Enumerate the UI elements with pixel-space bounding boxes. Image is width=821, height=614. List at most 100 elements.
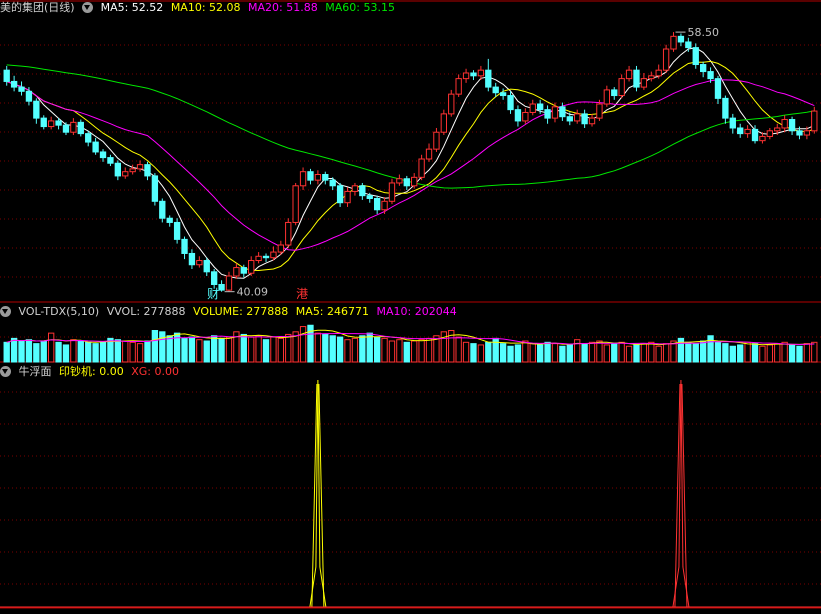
volume-bar [655, 345, 662, 363]
yinchaoji-legend: 印钞机: 0.00 [59, 365, 124, 378]
candle-body [136, 164, 144, 170]
candle-body [522, 111, 529, 122]
dropdown-icon[interactable] [0, 306, 11, 317]
volume-bar [270, 336, 277, 363]
candle-body [544, 109, 551, 119]
volume-bar [47, 332, 55, 363]
candle-body [714, 78, 722, 99]
volume-bar [485, 341, 492, 363]
candle [196, 256, 203, 268]
volume-bar [18, 340, 25, 363]
candlestick-series [3, 32, 818, 292]
candle-body [270, 251, 277, 259]
indicator-spike-edge [674, 383, 681, 608]
candle-body [10, 80, 18, 88]
hk-marker: 港 [296, 287, 308, 301]
candle [811, 106, 818, 134]
volume-bar [737, 344, 744, 363]
dropdown-icon[interactable] [0, 366, 11, 377]
candle [677, 33, 685, 47]
volume-bar [633, 344, 640, 363]
volume-bar [781, 341, 788, 363]
candle [714, 75, 722, 105]
candle [255, 252, 262, 264]
candle-body [574, 113, 581, 122]
candle [648, 71, 655, 82]
candle [144, 161, 151, 181]
dropdown-icon[interactable] [82, 2, 94, 13]
candle [522, 108, 529, 124]
candle [470, 70, 477, 81]
candle-body [225, 275, 233, 291]
candle [40, 115, 47, 130]
volume-bar [381, 337, 388, 363]
volume-bar [455, 336, 462, 363]
candle [544, 105, 551, 124]
volume-bar [699, 340, 707, 363]
candle [285, 218, 292, 248]
candle-body [188, 252, 196, 266]
volume-bars [3, 324, 818, 363]
indicator-panel-header: 牛浮面 印钞机: 0.00 XG: 0.00 [0, 364, 183, 380]
volume-bar [40, 340, 47, 363]
volume-bar [10, 337, 18, 363]
volume-bar [714, 341, 722, 363]
volume-bar [396, 339, 403, 363]
candle [462, 68, 470, 83]
stock-name[interactable]: 美的集团(日线) [0, 1, 75, 14]
volume-bar [166, 335, 173, 363]
candle [499, 88, 507, 100]
volume-legend: VOLUME: 277888 [193, 305, 289, 318]
candle-body [581, 113, 588, 125]
volume-bar [551, 343, 559, 363]
volume-bar [425, 337, 433, 363]
candle-body [329, 179, 336, 187]
candle [788, 116, 796, 136]
volume-bar [596, 340, 603, 363]
candle-body [551, 106, 559, 119]
candle-body [625, 69, 633, 80]
candle [396, 174, 403, 186]
indicator-name[interactable]: 牛浮面 [19, 365, 52, 378]
candle [455, 74, 462, 97]
volume-bar [462, 341, 470, 363]
candle [77, 119, 84, 137]
candle [92, 137, 99, 155]
volume-bar [766, 344, 774, 363]
candle-body [166, 217, 173, 223]
candle [307, 168, 314, 185]
candle-body [62, 124, 70, 133]
candle-body [766, 130, 774, 137]
candle [529, 99, 536, 116]
candle-body [529, 103, 536, 113]
candle [70, 118, 77, 136]
candle-body [722, 97, 729, 119]
candle [233, 263, 240, 279]
vol-ma5-legend: MA5: 246771 [295, 305, 370, 318]
candle [662, 44, 670, 73]
candle-body [655, 69, 662, 77]
volume-indicator-name[interactable]: VOL-TDX(5,10) [19, 305, 100, 318]
ma5-legend: MA5: 52.52 [100, 1, 164, 14]
candle [166, 215, 173, 227]
candle-body [396, 178, 403, 184]
candle [344, 187, 351, 207]
candle [551, 102, 559, 123]
candle-body [248, 260, 255, 274]
candle-body [33, 100, 40, 119]
candle [173, 218, 181, 244]
volume-bar [729, 345, 736, 363]
candle-body [411, 176, 418, 187]
volume-bar [811, 341, 818, 363]
candle-body [159, 200, 166, 219]
candle-body [277, 244, 285, 253]
candle-body [373, 197, 381, 211]
candle [18, 81, 25, 96]
candle [581, 109, 588, 128]
candle-body [811, 110, 818, 132]
ma60-line [6, 64, 815, 189]
volume-bar [136, 343, 144, 363]
candle-body [433, 131, 440, 150]
candle [359, 182, 366, 200]
volume-bar [3, 341, 10, 363]
